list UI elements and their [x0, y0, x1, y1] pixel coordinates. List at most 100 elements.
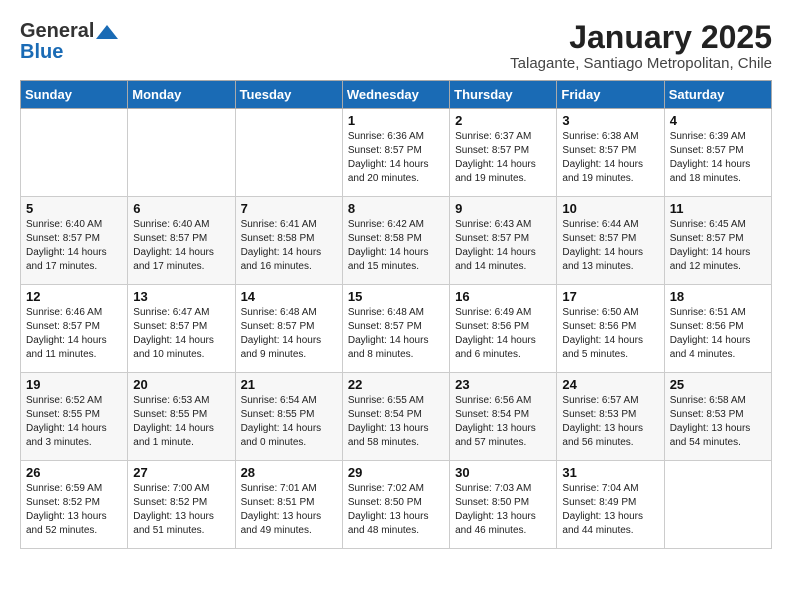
calendar-day-25: 25 Sunrise: 6:58 AM Sunset: 8:53 PM Dayli… — [664, 373, 771, 461]
calendar-day-31: 31 Sunrise: 7:04 AM Sunset: 8:49 PM Dayli… — [557, 461, 664, 549]
day-number: 16 — [455, 289, 551, 304]
day-number: 10 — [562, 201, 658, 216]
day-info: Sunrise: 6:53 AM Sunset: 8:55 PM Dayligh… — [133, 394, 229, 450]
day-number: 24 — [562, 377, 658, 392]
day-info: Sunrise: 7:01 AM Sunset: 8:51 PM Dayligh… — [241, 482, 337, 538]
header-wednesday: Wednesday — [342, 81, 449, 109]
day-number: 19 — [26, 377, 122, 392]
day-info: Sunrise: 6:37 AM Sunset: 8:57 PM Dayligh… — [455, 130, 551, 186]
day-info: Sunrise: 7:02 AM Sunset: 8:50 PM Dayligh… — [348, 482, 444, 538]
day-info: Sunrise: 6:54 AM Sunset: 8:55 PM Dayligh… — [241, 394, 337, 450]
day-number: 23 — [455, 377, 551, 392]
header-tuesday: Tuesday — [235, 81, 342, 109]
calendar-empty-cell — [21, 109, 128, 197]
calendar-empty-cell — [128, 109, 235, 197]
day-info: Sunrise: 6:50 AM Sunset: 8:56 PM Dayligh… — [562, 306, 658, 362]
day-number: 30 — [455, 465, 551, 480]
calendar-week-row: 19 Sunrise: 6:52 AM Sunset: 8:55 PM Dayli… — [21, 373, 772, 461]
calendar-day-16: 16Sunrise: 6:49 AM Sunset: 8:56 PM Dayli… — [450, 285, 557, 373]
day-info: Sunrise: 6:40 AM Sunset: 8:57 PM Dayligh… — [26, 218, 122, 274]
calendar-day-13: 13Sunrise: 6:47 AM Sunset: 8:57 PM Dayli… — [128, 285, 235, 373]
header-thursday: Thursday — [450, 81, 557, 109]
page-header: General Blue January 2025 Talagante, San… — [10, 10, 782, 80]
day-number: 1 — [348, 113, 444, 128]
calendar-day-19: 19 Sunrise: 6:52 AM Sunset: 8:55 PM Dayli… — [21, 373, 128, 461]
day-info: Sunrise: 6:46 AM Sunset: 8:57 PM Dayligh… — [26, 306, 122, 362]
day-info: Sunrise: 6:47 AM Sunset: 8:57 PM Dayligh… — [133, 306, 229, 362]
calendar-day-8: 8 Sunrise: 6:42 AM Sunset: 8:58 PM Daylig… — [342, 197, 449, 285]
calendar-day-20: 20 Sunrise: 6:53 AM Sunset: 8:55 PM Dayli… — [128, 373, 235, 461]
day-info: Sunrise: 6:59 AM Sunset: 8:52 PM Dayligh… — [26, 482, 122, 538]
calendar-day-12: 12 Sunrise: 6:46 AM Sunset: 8:57 PM Dayli… — [21, 285, 128, 373]
month-title: January 2025 — [510, 20, 772, 55]
day-info: Sunrise: 6:36 AM Sunset: 8:57 PM Dayligh… — [348, 130, 444, 186]
day-number: 15 — [348, 289, 444, 304]
day-number: 6 — [133, 201, 229, 216]
day-number: 9 — [455, 201, 551, 216]
calendar-day-26: 26 Sunrise: 6:59 AM Sunset: 8:52 PM Dayli… — [21, 461, 128, 549]
calendar-day-18: 18 Sunrise: 6:51 AM Sunset: 8:56 PM Dayli… — [664, 285, 771, 373]
day-number: 4 — [670, 113, 766, 128]
day-number: 11 — [670, 201, 766, 216]
calendar-day-28: 28Sunrise: 7:01 AM Sunset: 8:51 PM Dayli… — [235, 461, 342, 549]
calendar-day-5: 5 Sunrise: 6:40 AM Sunset: 8:57 PM Daylig… — [21, 197, 128, 285]
day-number: 3 — [562, 113, 658, 128]
day-info: Sunrise: 6:58 AM Sunset: 8:53 PM Dayligh… — [670, 394, 766, 450]
title-block: January 2025 Talagante, Santiago Metropo… — [510, 20, 772, 72]
calendar-day-27: 27Sunrise: 7:00 AM Sunset: 8:52 PM Dayli… — [128, 461, 235, 549]
day-number: 29 — [348, 465, 444, 480]
calendar-day-22: 22 Sunrise: 6:55 AM Sunset: 8:54 PM Dayli… — [342, 373, 449, 461]
day-info: Sunrise: 6:55 AM Sunset: 8:54 PM Dayligh… — [348, 394, 444, 450]
calendar-day-10: 10 Sunrise: 6:44 AM Sunset: 8:57 PM Dayli… — [557, 197, 664, 285]
calendar-day-7: 7Sunrise: 6:41 AM Sunset: 8:58 PM Daylig… — [235, 197, 342, 285]
day-info: Sunrise: 6:48 AM Sunset: 8:57 PM Dayligh… — [348, 306, 444, 362]
calendar-day-30: 30Sunrise: 7:03 AM Sunset: 8:50 PM Dayli… — [450, 461, 557, 549]
day-number: 18 — [670, 289, 766, 304]
calendar-week-row: 1 Sunrise: 6:36 AM Sunset: 8:57 PM Daylig… — [21, 109, 772, 197]
day-number: 14 — [241, 289, 337, 304]
day-number: 8 — [348, 201, 444, 216]
day-info: Sunrise: 7:00 AM Sunset: 8:52 PM Dayligh… — [133, 482, 229, 538]
header-monday: Monday — [128, 81, 235, 109]
day-info: Sunrise: 6:42 AM Sunset: 8:58 PM Dayligh… — [348, 218, 444, 274]
day-number: 25 — [670, 377, 766, 392]
day-info: Sunrise: 6:52 AM Sunset: 8:55 PM Dayligh… — [26, 394, 122, 450]
calendar-day-24: 24 Sunrise: 6:57 AM Sunset: 8:53 PM Dayli… — [557, 373, 664, 461]
calendar-day-29: 29 Sunrise: 7:02 AM Sunset: 8:50 PM Dayli… — [342, 461, 449, 549]
day-number: 26 — [26, 465, 122, 480]
day-number: 2 — [455, 113, 551, 128]
calendar-day-15: 15 Sunrise: 6:48 AM Sunset: 8:57 PM Dayli… — [342, 285, 449, 373]
calendar-day-6: 6 Sunrise: 6:40 AM Sunset: 8:57 PM Daylig… — [128, 197, 235, 285]
day-info: Sunrise: 6:38 AM Sunset: 8:57 PM Dayligh… — [562, 130, 658, 186]
calendar-empty-cell — [235, 109, 342, 197]
day-info: Sunrise: 6:43 AM Sunset: 8:57 PM Dayligh… — [455, 218, 551, 274]
calendar-week-row: 12 Sunrise: 6:46 AM Sunset: 8:57 PM Dayli… — [21, 285, 772, 373]
day-number: 20 — [133, 377, 229, 392]
day-number: 12 — [26, 289, 122, 304]
calendar-day-4: 4 Sunrise: 6:39 AM Sunset: 8:57 PM Daylig… — [664, 109, 771, 197]
day-info: Sunrise: 6:40 AM Sunset: 8:57 PM Dayligh… — [133, 218, 229, 274]
day-info: Sunrise: 6:48 AM Sunset: 8:57 PM Dayligh… — [241, 306, 337, 362]
logo-general-text: General — [20, 20, 94, 43]
day-number: 22 — [348, 377, 444, 392]
calendar-empty-cell — [664, 461, 771, 549]
day-info: Sunrise: 7:04 AM Sunset: 8:49 PM Dayligh… — [562, 482, 658, 538]
day-number: 31 — [562, 465, 658, 480]
calendar-table: SundayMondayTuesdayWednesdayThursdayFrid… — [20, 80, 772, 549]
day-info: Sunrise: 6:44 AM Sunset: 8:57 PM Dayligh… — [562, 218, 658, 274]
calendar-day-2: 2 Sunrise: 6:37 AM Sunset: 8:57 PM Daylig… — [450, 109, 557, 197]
day-info: Sunrise: 6:56 AM Sunset: 8:54 PM Dayligh… — [455, 394, 551, 450]
calendar-day-23: 23 Sunrise: 6:56 AM Sunset: 8:54 PM Dayli… — [450, 373, 557, 461]
day-info: Sunrise: 6:45 AM Sunset: 8:57 PM Dayligh… — [670, 218, 766, 274]
day-info: Sunrise: 6:57 AM Sunset: 8:53 PM Dayligh… — [562, 394, 658, 450]
header-sunday: Sunday — [21, 81, 128, 109]
calendar-day-9: 9 Sunrise: 6:43 AM Sunset: 8:57 PM Daylig… — [450, 197, 557, 285]
day-number: 5 — [26, 201, 122, 216]
day-info: Sunrise: 6:39 AM Sunset: 8:57 PM Dayligh… — [670, 130, 766, 186]
location-subtitle: Talagante, Santiago Metropolitan, Chile — [510, 55, 772, 72]
calendar-day-17: 17Sunrise: 6:50 AM Sunset: 8:56 PM Dayli… — [557, 285, 664, 373]
logo-blue-text: Blue — [20, 41, 63, 64]
day-number: 7 — [241, 201, 337, 216]
calendar-day-3: 3 Sunrise: 6:38 AM Sunset: 8:57 PM Daylig… — [557, 109, 664, 197]
day-info: Sunrise: 6:51 AM Sunset: 8:56 PM Dayligh… — [670, 306, 766, 362]
